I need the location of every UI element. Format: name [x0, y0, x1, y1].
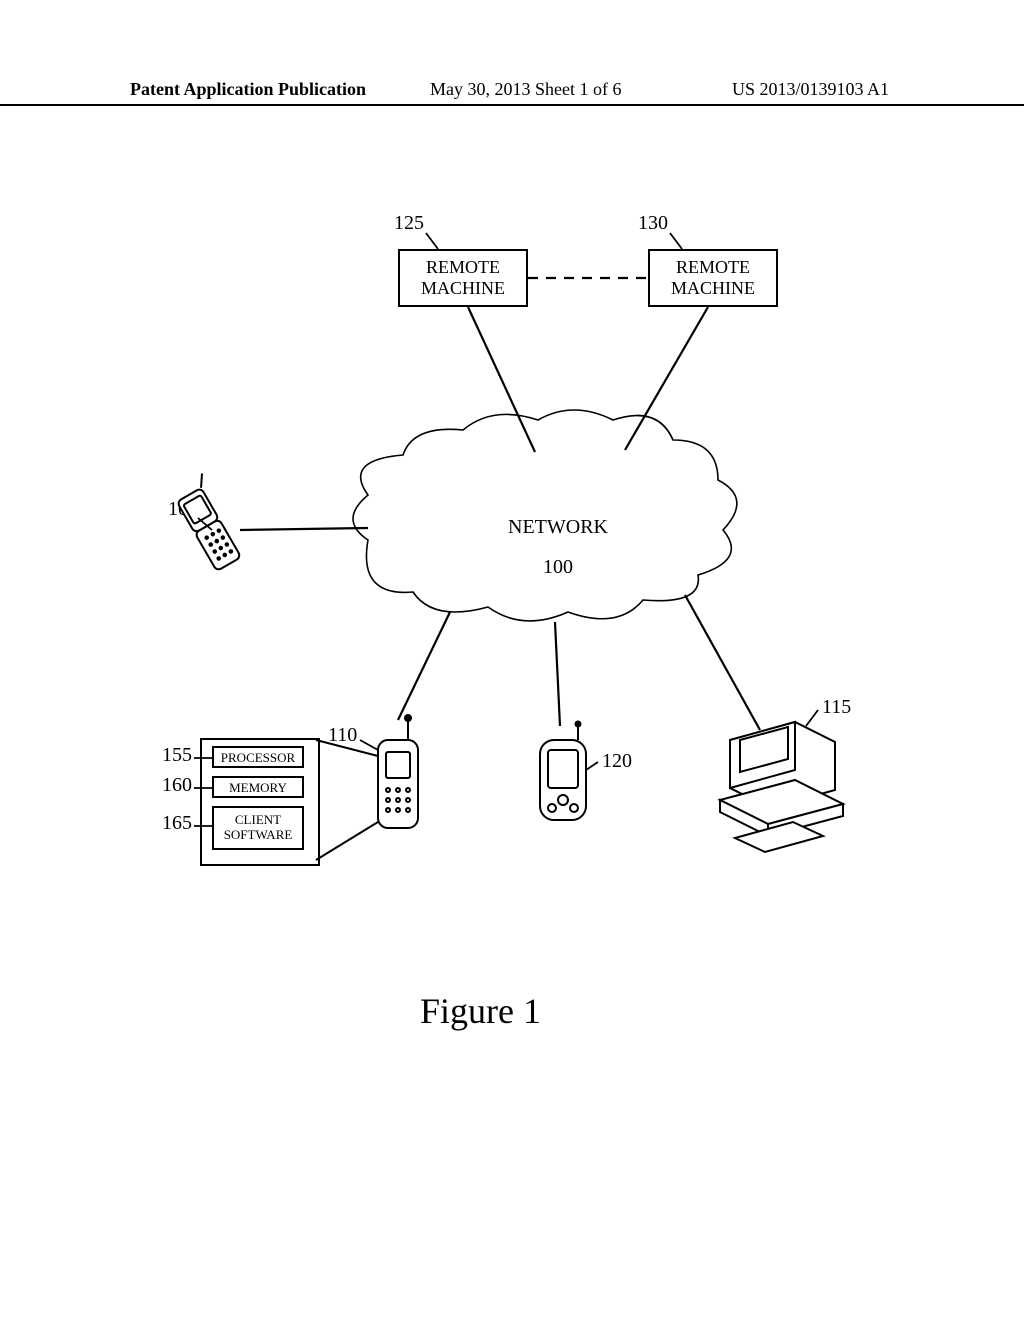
desktop-computer-icon	[720, 722, 843, 852]
diagram-svg	[0, 0, 1024, 1320]
mobile-phone-icon	[378, 715, 418, 828]
network-cloud-icon	[353, 410, 737, 621]
pda-icon	[540, 722, 586, 821]
flip-phone-icon	[171, 473, 248, 571]
